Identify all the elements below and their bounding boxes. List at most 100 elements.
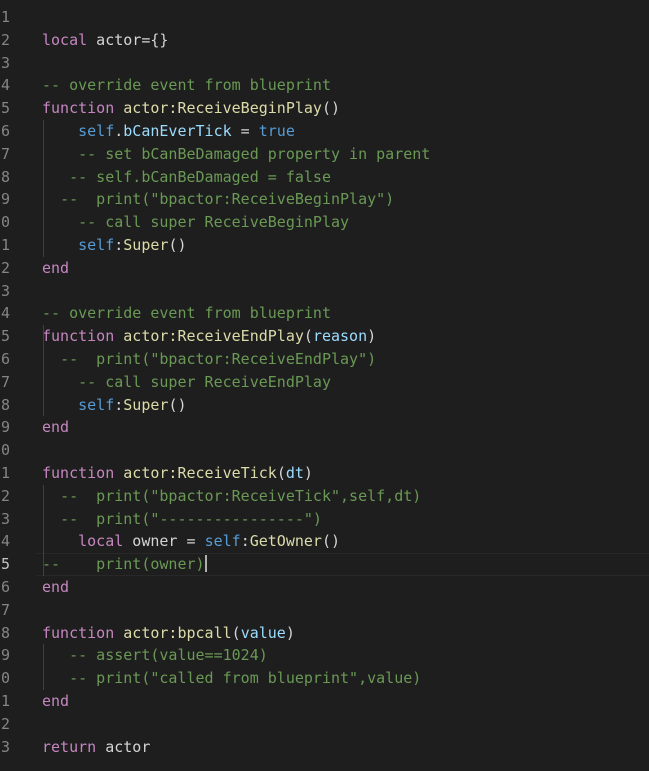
code-line[interactable]: 0 bbox=[0, 439, 649, 462]
code-line[interactable]: 3 bbox=[0, 52, 649, 75]
code-text: -- print("bpactor:ReceiveBeginPlay") bbox=[42, 188, 394, 211]
code-token: ( bbox=[276, 464, 286, 482]
code-token: end bbox=[42, 418, 70, 437]
line-number: 5 bbox=[0, 555, 10, 574]
code-token: bCanEverTick bbox=[123, 122, 232, 140]
indent-guide bbox=[43, 120, 44, 257]
line-number: 1 bbox=[0, 464, 10, 482]
code-token: -- call super ReceiveBeginPlay bbox=[78, 213, 350, 232]
code-line[interactable]: 2 local actor={} bbox=[0, 29, 649, 52]
code-line[interactable]: 0 -- print("called from blueprint",value… bbox=[0, 667, 649, 690]
code-line[interactable]: 3 -- print("----------------") bbox=[0, 508, 649, 531]
code-text: return actor bbox=[42, 736, 150, 759]
indent-guide bbox=[43, 484, 44, 576]
code-line[interactable]: 9 -- print("bpactor:ReceiveBeginPlay") bbox=[0, 188, 649, 211]
line-number: 8 bbox=[0, 395, 10, 414]
line-number: 7 bbox=[0, 144, 10, 163]
code-text: local actor={} bbox=[42, 29, 168, 52]
line-number: 9 bbox=[0, 418, 10, 437]
code-token: GetOwner bbox=[249, 532, 322, 551]
code-line[interactable]: 2 end bbox=[0, 257, 649, 280]
code-token: true bbox=[258, 122, 295, 140]
code-token: end bbox=[42, 258, 70, 277]
line-number: 9 bbox=[0, 190, 10, 209]
code-text: -- self.bCanBeDamaged = false bbox=[42, 166, 331, 189]
code-text: -- override event from blueprint bbox=[42, 74, 331, 97]
text-cursor bbox=[204, 555, 207, 573]
code-line[interactable]: 4 local owner = self:GetOwner() bbox=[0, 530, 649, 553]
code-token: -- print("called from blueprint",value) bbox=[69, 669, 422, 688]
code-line[interactable]: 3 bbox=[0, 280, 649, 303]
code-line[interactable]: 1 end bbox=[0, 690, 649, 713]
code-token: () bbox=[321, 532, 341, 551]
code-line[interactable]: 2 -- print("bpactor:ReceiveTick",self,dt… bbox=[0, 485, 649, 508]
code-token: Super bbox=[123, 236, 169, 254]
code-text: -- print(owner) bbox=[42, 553, 207, 576]
code-text: function actor:bpcall(value) bbox=[42, 622, 295, 645]
code-token: () bbox=[168, 236, 187, 254]
code-token: actor={} bbox=[87, 30, 169, 49]
code-token: ) bbox=[367, 327, 377, 346]
code-line[interactable]: 1 function actor:ReceiveTick(dt) bbox=[0, 462, 649, 485]
code-editor[interactable]: 1 2 local actor={} 3 4 -- override event from… bbox=[0, 0, 649, 771]
code-text: -- print("bpactor:ReceiveEndPlay") bbox=[42, 348, 376, 371]
code-text: end bbox=[42, 257, 69, 280]
line-number: 1 bbox=[0, 692, 10, 710]
code-line[interactable]: 7 bbox=[0, 599, 649, 622]
code-token: value bbox=[240, 623, 286, 642]
code-line[interactable]: 7 -- call super ReceiveEndPlay bbox=[0, 371, 649, 394]
code-token: : bbox=[114, 395, 124, 414]
code-line[interactable]: 7 -- set bCanBeDamaged property in paren… bbox=[0, 143, 649, 166]
code-text: -- print("called from blueprint",value) bbox=[42, 667, 421, 690]
line-number: 8 bbox=[0, 167, 10, 186]
code-line[interactable]: 5 -- print(owner) bbox=[0, 553, 649, 576]
line-number: 3 bbox=[0, 737, 10, 756]
code-token: end bbox=[42, 578, 70, 596]
line-number: 4 bbox=[0, 304, 10, 323]
code-line[interactable]: 1 bbox=[0, 6, 649, 29]
code-text: end bbox=[42, 690, 69, 713]
code-token: self bbox=[78, 236, 115, 254]
code-line[interactable]: 0 -- call super ReceiveBeginPlay bbox=[0, 211, 649, 234]
code-line[interactable]: 9 end bbox=[0, 416, 649, 439]
code-text: local owner = self:GetOwner() bbox=[42, 530, 340, 553]
code-text: -- assert(value==1024) bbox=[42, 644, 268, 667]
code-line[interactable]: 5 function actor:ReceiveBeginPlay() bbox=[0, 97, 649, 120]
code-line[interactable]: 8 function actor:bpcall(value) bbox=[0, 622, 649, 645]
code-line[interactable]: 4 -- override event from blueprint bbox=[0, 302, 649, 325]
line-number: 7 bbox=[0, 600, 10, 619]
code-line[interactable]: 8 self:Super() bbox=[0, 394, 649, 417]
code-text: self:Super() bbox=[42, 234, 187, 257]
code-line[interactable]: 1 self:Super() bbox=[0, 234, 649, 257]
code-token: owner = bbox=[123, 532, 205, 551]
code-text: -- call super ReceiveBeginPlay bbox=[42, 211, 349, 234]
code-line[interactable]: 4 -- override event from blueprint bbox=[0, 74, 649, 97]
line-number: 3 bbox=[0, 509, 10, 528]
code-line[interactable]: 6 end bbox=[0, 576, 649, 599]
code-line[interactable]: 8 -- self.bCanBeDamaged = false bbox=[0, 166, 649, 189]
code-line[interactable]: 9 -- assert(value==1024) bbox=[0, 644, 649, 667]
code-line[interactable]: 2 bbox=[0, 713, 649, 736]
code-line[interactable]: 5 function actor:ReceiveEndPlay(reason) bbox=[0, 325, 649, 348]
line-number: 9 bbox=[0, 646, 10, 665]
line-number: 0 bbox=[0, 441, 10, 460]
code-token: () bbox=[321, 99, 341, 118]
line-number: 1 bbox=[0, 8, 10, 26]
code-line[interactable]: 6 self.bCanEverTick = true bbox=[0, 120, 649, 143]
code-token: ( bbox=[303, 327, 313, 346]
line-number: 3 bbox=[0, 281, 10, 300]
code-line[interactable]: 6 -- print("bpactor:ReceiveEndPlay") bbox=[0, 348, 649, 371]
indent-guide bbox=[43, 644, 44, 690]
code-line[interactable]: 3 return actor bbox=[0, 736, 649, 759]
code-token: local bbox=[78, 532, 124, 551]
